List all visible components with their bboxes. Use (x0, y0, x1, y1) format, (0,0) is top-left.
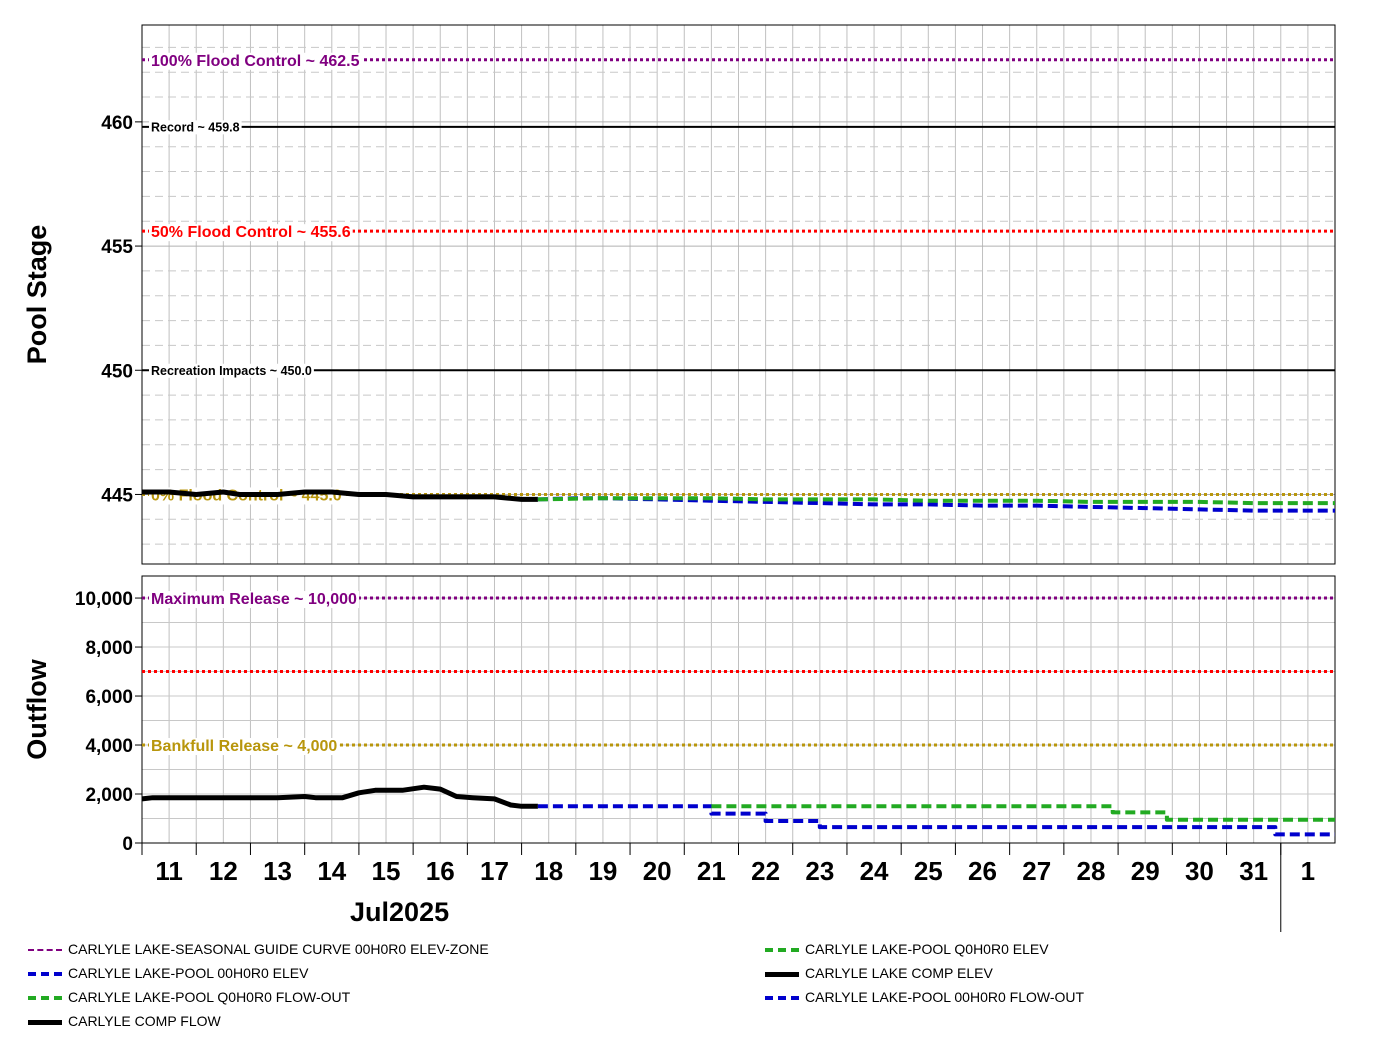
legend-label: CARLYLE COMP FLOW (68, 1013, 221, 1029)
y-tick-label: 445 (101, 485, 133, 506)
legend-label: CARLYLE LAKE-SEASONAL GUIDE CURVE 00H0R0… (68, 941, 489, 957)
x-tick-label: 26 (968, 856, 997, 886)
legend-item-pool-elev: CARLYLE LAKE-POOL 00H0R0 ELEV (28, 962, 308, 984)
x-tick-label: 31 (1239, 856, 1268, 886)
panel-pool-stage: 100% Flood Control ~ 462.5 Record ~ 459.8… (22, 24, 1336, 565)
x-tick-label: 20 (643, 856, 672, 886)
x-tick-label: 29 (1131, 856, 1160, 886)
x-tick-label: 16 (426, 856, 455, 886)
x-tick-label: 24 (860, 856, 889, 886)
y-tick-label: 455 (101, 237, 133, 258)
x-tick-label: 1 (1301, 856, 1315, 886)
x-tick-label: 18 (534, 856, 563, 886)
x-tick-label: 28 (1077, 856, 1106, 886)
reference-line-label: 100% Flood Control ~ 462.5 (151, 53, 360, 70)
x-tick-label: 27 (1022, 856, 1051, 886)
legend-label: CARLYLE LAKE-POOL Q0H0R0 FLOW-OUT (68, 989, 351, 1005)
reference-line-label: Recreation Impacts ~ 450.0 (151, 364, 312, 378)
legend-item-pool-flow: CARLYLE LAKE-POOL 00H0R0 FLOW-OUT (765, 986, 1084, 1008)
x-tick-label: 25 (914, 856, 943, 886)
y-tick-label: 450 (101, 361, 133, 382)
legend-item-comp-elev: CARLYLE LAKE COMP ELEV (765, 962, 993, 984)
legend-label: CARLYLE LAKE-POOL 00H0R0 FLOW-OUT (805, 989, 1085, 1005)
y-axis-title: Pool Stage (22, 225, 52, 365)
y-tick-label: 8,000 (85, 638, 133, 659)
legend-swatch-dashed (28, 996, 62, 1001)
y-tick-label: 10,000 (75, 589, 133, 610)
y-tick-label: 0 (122, 834, 133, 855)
reference-line-label: Bankfull Release ~ 4,000 (151, 738, 337, 755)
legend-swatch-solid (765, 971, 799, 977)
legend-swatch-solid (28, 1019, 62, 1025)
x-axis-month-label: Jul2025 (350, 897, 449, 927)
series-line (141, 784, 538, 809)
x-tick-label: 12 (209, 856, 238, 886)
legend-label: CARLYLE LAKE COMP ELEV (805, 965, 993, 981)
legend-swatch-dashed (765, 948, 799, 953)
reference-line-label: Maximum Release ~ 10,000 (151, 591, 357, 608)
y-tick-label: 4,000 (85, 736, 133, 757)
legend-item-comp-flow: CARLYLE COMP FLOW (28, 1010, 221, 1032)
x-tick-label: 19 (588, 856, 617, 886)
reference-line-label: Record ~ 459.8 (151, 120, 240, 134)
series-line (711, 804, 1335, 822)
x-tick-label: 15 (372, 856, 401, 886)
legend-swatch-dashdot (28, 949, 62, 952)
legend-swatch-dashed (765, 996, 799, 1001)
chart-legend: CARLYLE LAKE-SEASONAL GUIDE CURVE 00H0R0… (0, 936, 1385, 1036)
y-axis-title: Outflow (22, 658, 52, 759)
x-tick-label: 22 (751, 856, 780, 886)
panel-outflow: Maximum Release ~ 10,000 Bankfull Release… (22, 575, 1336, 855)
x-tick-label: 21 (697, 856, 726, 886)
reference-line-label: 50% Flood Control ~ 455.6 (151, 224, 351, 241)
legend-item-guide-curve: CARLYLE LAKE-SEASONAL GUIDE CURVE 00H0R0… (28, 938, 489, 960)
y-tick-label: 6,000 (85, 687, 133, 708)
x-tick-label: 14 (317, 856, 346, 886)
y-tick-label: 2,000 (85, 785, 133, 806)
legend-label: CARLYLE LAKE-POOL 00H0R0 ELEV (68, 965, 309, 981)
x-tick-label: 13 (263, 856, 292, 886)
pool-outflow-chart: 100% Flood Control ~ 462.5 Record ~ 459.8… (22, 24, 1336, 932)
x-tick-label: 23 (805, 856, 834, 886)
legend-item-q-elev: CARLYLE LAKE-POOL Q0H0R0 ELEV (765, 938, 1049, 960)
legend-item-q-flow: CARLYLE LAKE-POOL Q0H0R0 FLOW-OUT (28, 986, 350, 1008)
legend-swatch-dashed (28, 972, 62, 977)
x-tick-label: 11 (155, 856, 183, 886)
legend-label: CARLYLE LAKE-POOL Q0H0R0 ELEV (805, 941, 1049, 957)
x-tick-label: 17 (480, 856, 509, 886)
x-tick-label: 30 (1185, 856, 1214, 886)
y-tick-label: 460 (101, 113, 133, 134)
